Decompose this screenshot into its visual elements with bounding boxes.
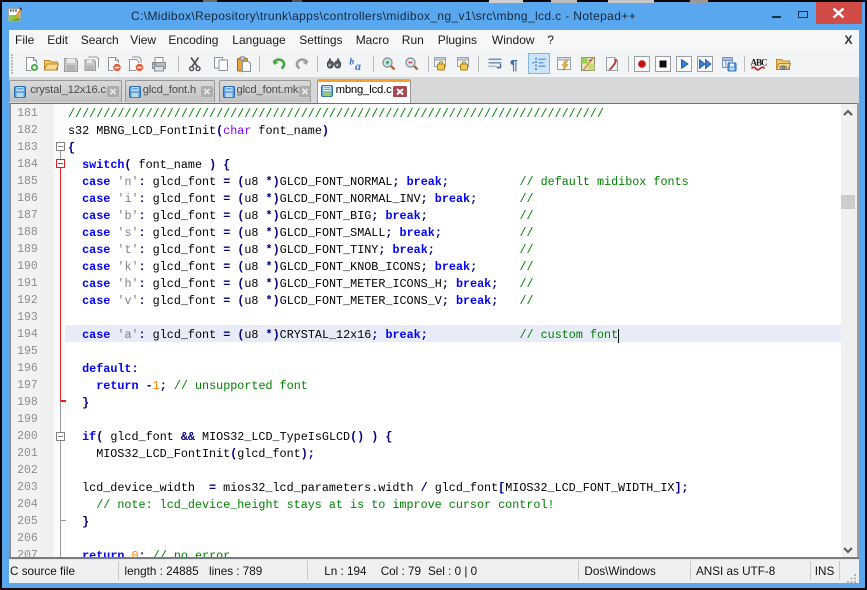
svg-text:¶: ¶ (510, 56, 518, 72)
svg-text:a: a (355, 59, 361, 72)
svg-text:ABC: ABC (751, 57, 768, 67)
svg-text:b: b (350, 56, 355, 66)
